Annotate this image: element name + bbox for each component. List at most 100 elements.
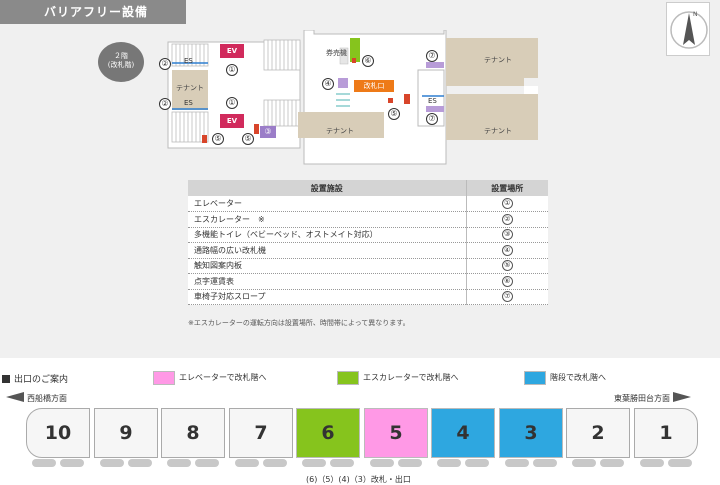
marker-escalator-upper: ② — [159, 58, 171, 70]
car-wheels — [503, 459, 559, 467]
marker-tactile-map-gate: ⑤ — [388, 108, 400, 120]
marker-tactile-map-left: ⑤ — [212, 133, 224, 145]
train-car: 9 — [94, 408, 158, 458]
train-car: 7 — [229, 408, 293, 458]
elevator-lower: EV — [220, 114, 244, 128]
wheel-icon — [263, 459, 287, 467]
car-wheels — [435, 459, 491, 467]
wheel-icon — [533, 459, 557, 467]
marker-elevator-upper: ① — [226, 64, 238, 76]
facility-name: 多機能トイレ（ベビーベッド、オストメイト対応） — [188, 227, 467, 243]
wheel-icon — [32, 459, 56, 467]
col-header-facility: 設置施設 — [188, 180, 467, 196]
legend-label: エスカレーターで改札階へ — [363, 373, 459, 382]
facility-name: 車椅子対応スロープ — [188, 289, 467, 305]
direction-left: 西船橋方面 — [6, 392, 67, 404]
exit-guide-title: 出口のご案内 — [2, 372, 68, 385]
svg-text:N: N — [693, 11, 698, 18]
location-mark: ② — [501, 213, 513, 225]
wheel-icon — [600, 459, 624, 467]
car-wheels — [300, 459, 356, 467]
car-wheels — [30, 459, 86, 467]
square-bullet-icon — [2, 375, 10, 383]
wheel-icon — [505, 459, 529, 467]
train-car: 8 — [161, 408, 225, 458]
location-mark: ④ — [501, 244, 513, 256]
car-exit-note: (6)（5）(4)（3）改札・出口 — [306, 475, 411, 484]
marker-escalator-lower: ② — [159, 98, 171, 110]
train-car: 10 — [26, 408, 90, 458]
wheel-icon — [398, 459, 422, 467]
facility-table-header: 設置施設 設置場所 — [188, 180, 548, 196]
wheel-icon — [640, 459, 664, 467]
wheel-icon — [465, 459, 489, 467]
col-header-location: 設置場所 — [466, 180, 548, 196]
legend-stairs: 階段で改札階へ — [524, 371, 606, 385]
tenant-left-label: テナント — [176, 84, 204, 92]
facility-name: 触知図案内板 — [188, 258, 467, 274]
barrier-free-panel: バリアフリー設備 N ２階 (改札階) EV EV ES ES ES テナント … — [0, 0, 720, 358]
car-wheels — [570, 459, 626, 467]
escalator-note: ※エスカレーターの運転方向は設置場所、時間帯によって異なります。 — [188, 319, 410, 327]
station-floor-map: EV EV ES ES ES テナント テナント テナント テナント 券売機 改… — [159, 30, 546, 168]
marker-slope-lower: ⑦ — [426, 113, 438, 125]
train-car: 1 — [634, 408, 698, 458]
wheel-icon — [668, 459, 692, 467]
ticket-gate-label: 改札口 — [354, 80, 394, 92]
marker-slope-upper: ⑦ — [426, 50, 438, 62]
legend-swatch — [524, 371, 546, 385]
escalator-upper-label: ES — [184, 57, 193, 65]
wheel-icon — [370, 459, 394, 467]
marker-braille-fare-chart: ⑥ — [362, 55, 374, 67]
wheel-icon — [167, 459, 191, 467]
facility-name: エレベーター — [188, 196, 467, 212]
direction-right-label: 東葉勝田台方面 — [614, 394, 670, 403]
facility-table: 設置施設 設置場所 エレベーター ① エスカレーター ※ ② 多機能トイレ（ベビ… — [188, 180, 548, 305]
arrow-left-icon — [6, 392, 24, 402]
marker-elevator-lower: ① — [226, 97, 238, 109]
wheel-icon — [100, 459, 124, 467]
car-wheels — [98, 459, 154, 467]
facility-name: 通路幅の広い改札機 — [188, 242, 467, 259]
car-wheels — [233, 459, 289, 467]
escalator-lower-label: ES — [184, 99, 193, 107]
marker-tactile-map-lower: ⑤ — [242, 133, 254, 145]
legend-label: 階段で改札階へ — [550, 373, 606, 382]
ticket-machine-label: 券売機 — [326, 49, 347, 57]
location-mark: ③ — [501, 229, 513, 241]
marker-multipurpose-toilet: ③ — [262, 126, 274, 138]
location-mark: ⑥ — [501, 275, 513, 287]
tenant-right-bottom-label: テナント — [484, 127, 512, 135]
elevator-upper: EV — [220, 44, 244, 58]
tenant-center-label: テナント — [326, 127, 354, 135]
train-car: 6 — [296, 408, 360, 458]
wheel-icon — [302, 459, 326, 467]
legend-escalator: エスカレーターで改札階へ — [337, 371, 459, 385]
train-car: 3 — [499, 408, 563, 458]
legend-elevator: エレベーターで改札階へ — [153, 371, 267, 385]
direction-right: 東葉勝田台方面 — [614, 392, 691, 404]
car-wheels — [165, 459, 221, 467]
table-row: 通路幅の広い改札機 ④ — [188, 242, 548, 259]
table-row: エレベーター ① — [188, 196, 548, 212]
legend-label: エレベーターで改札階へ — [179, 373, 267, 382]
table-row: 多機能トイレ（ベビーベッド、オストメイト対応） ③ — [188, 227, 548, 243]
north-compass-icon: N — [666, 2, 710, 56]
wheel-icon — [60, 459, 84, 467]
facility-name: エスカレーター ※ — [188, 211, 467, 228]
train-car: 2 — [566, 408, 630, 458]
wheel-icon — [437, 459, 461, 467]
wheel-icon — [235, 459, 259, 467]
location-mark: ⑤ — [501, 260, 513, 272]
train-cars: 10 9 8 7 6 5 4 3 2 1 — [26, 406, 698, 468]
location-mark: ⑦ — [501, 291, 513, 303]
location-mark: ① — [501, 198, 513, 209]
car-wheels — [368, 459, 424, 467]
facility-name: 点字運賃表 — [188, 273, 467, 290]
marker-wide-gate: ④ — [322, 78, 334, 90]
escalator-right-label: ES — [428, 97, 437, 105]
floor-badge-line1: ２階 — [114, 52, 128, 60]
table-row: 車椅子対応スロープ ⑦ — [188, 289, 548, 305]
exit-guide-title-text: 出口のご案内 — [14, 375, 69, 385]
legend-swatch — [153, 371, 175, 385]
